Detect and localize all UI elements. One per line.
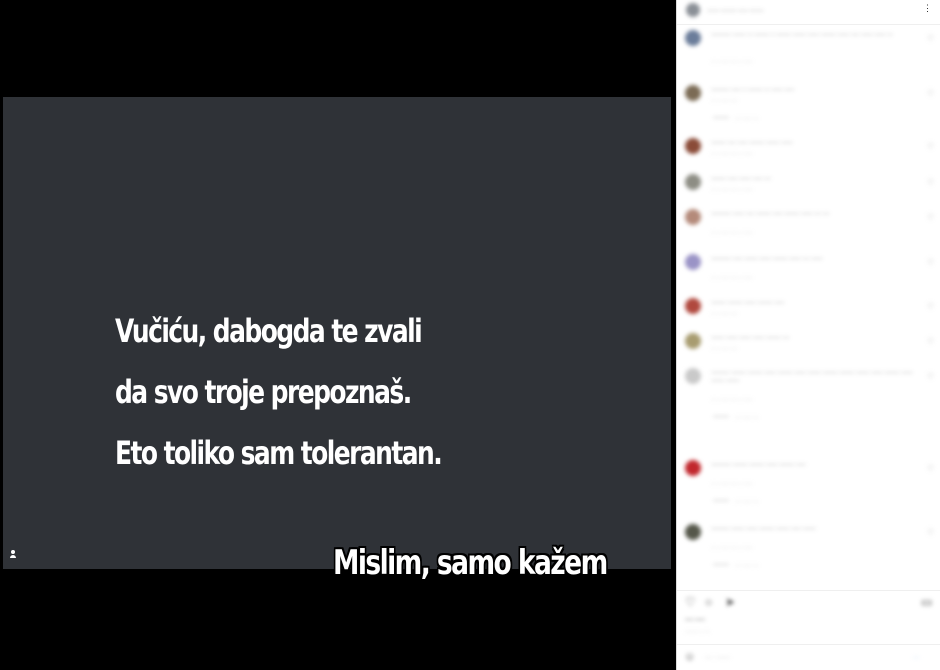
view-replies[interactable]: .... ....... ....: [713, 414, 759, 420]
post-date: .......... .. ....: [685, 628, 711, 634]
comment-text: ......... ...... ....... ...... ....: [711, 175, 772, 181]
avatar[interactable]: [686, 3, 700, 17]
comment-like-icon[interactable]: ♡: [927, 89, 934, 98]
post-image[interactable]: Vučiću, dabogda te zvali da svo troje pr…: [3, 97, 671, 583]
comment-like-icon[interactable]: ♡: [927, 142, 934, 151]
comment-meta[interactable]: ... .. ...... .....: [711, 310, 737, 316]
avatar[interactable]: [685, 254, 701, 270]
avatar[interactable]: [685, 138, 701, 154]
comment-text: ........... ...... .. ......... ... ....…: [711, 86, 795, 92]
comment-like-icon[interactable]: ♡: [927, 372, 934, 381]
comment-text: ........... ......... ......... ....... …: [711, 369, 913, 383]
comment-icon[interactable]: ○: [705, 595, 712, 609]
action-bar: ♡ ○ ➤ ▭: [677, 590, 940, 611]
comment-text: ............ ...... ........ ....... ...…: [711, 255, 823, 261]
comment-like-icon[interactable]: ♡: [927, 337, 934, 346]
comment-meta[interactable]: ... .. ...... ..... .. .......: [711, 186, 753, 192]
comment-text: ......... ..... ...... ......... .......…: [711, 139, 793, 145]
comment-text: ............ ......... ......... .......…: [711, 461, 807, 467]
post-author[interactable]: ...... ........ ..... .......: [707, 6, 763, 13]
comment-meta[interactable]: ... .. ...... ..... .. .......: [711, 58, 753, 64]
comment-like-icon[interactable]: ♡: [927, 528, 934, 537]
comment-meta[interactable]: ... .. ...... ..... .. .......: [711, 396, 753, 402]
comment-meta[interactable]: ... .. ...... ..... .. .......: [711, 150, 753, 156]
likes-count[interactable]: ..... ......: [685, 616, 705, 622]
comment-meta[interactable]: ... .. ...... ..... .. .......: [711, 544, 753, 550]
comment-meta[interactable]: ... .. ...... ..... .. .......: [711, 229, 753, 235]
comment-meta[interactable]: ... .. ...... .....: [711, 345, 737, 351]
avatar[interactable]: [685, 333, 701, 349]
avatar[interactable]: [685, 524, 701, 540]
view-replies[interactable]: .... ....... ....: [713, 498, 759, 504]
user-tag-icon[interactable]: [9, 550, 17, 558]
post-header: ...... ........ ..... ....... ⋮: [677, 0, 940, 25]
comment-like-icon[interactable]: ♡: [927, 258, 934, 267]
quote-line: Eto toliko sam tolerantan.: [115, 434, 443, 472]
avatar[interactable]: [685, 460, 701, 476]
avatar[interactable]: [685, 298, 701, 314]
comments-panel: ...... ........ ..... ....... ⋮ ........…: [676, 0, 940, 670]
comment-meta[interactable]: ... .. ...... ..... .. .......: [711, 480, 753, 486]
avatar[interactable]: [685, 209, 701, 225]
comment-meta[interactable]: ... .. ...... .....: [711, 97, 737, 103]
quote-line: Vučiću, dabogda te zvali: [115, 312, 423, 350]
post-button[interactable]: ....: [913, 654, 920, 660]
comment-input[interactable]: .... . ........: [705, 654, 730, 660]
comment-text: ............ ....... ..... ......... ...…: [711, 210, 830, 216]
comment-like-icon[interactable]: ♡: [927, 302, 934, 311]
comment-text: ......... ......... ....... ......... ..…: [711, 299, 785, 305]
quote-line: da svo troje prepoznaš.: [115, 373, 412, 411]
comment-text: ........... ........ ....... ......... .…: [711, 525, 817, 531]
avatar[interactable]: [685, 368, 701, 384]
quote-text: Vučiću, dabogda te zvali da svo troje pr…: [115, 301, 443, 484]
share-icon[interactable]: ➤: [725, 595, 735, 609]
view-replies[interactable]: .... ....... ....: [713, 115, 759, 121]
comment-like-icon[interactable]: ♡: [927, 34, 934, 43]
comment-text: ............ ........ ... ......... .. .…: [711, 31, 893, 37]
comment-meta[interactable]: ... .. ...... ..... .. .......: [711, 274, 753, 280]
more-horizontal-icon[interactable]: ⋮: [923, 3, 932, 14]
comment-like-icon[interactable]: ♡: [927, 213, 934, 222]
caption-text: Mislim, samo kažem: [333, 543, 608, 583]
view-replies[interactable]: .... ....... ....: [713, 562, 759, 568]
post-media-area: Vučiću, dabogda te zvali da svo troje pr…: [0, 0, 676, 670]
heart-icon[interactable]: ♡: [685, 595, 696, 609]
avatar[interactable]: [685, 30, 701, 46]
comment-like-icon[interactable]: ♡: [927, 464, 934, 473]
comment-like-icon[interactable]: ♡: [927, 178, 934, 187]
bookmark-icon[interactable]: ▭: [921, 595, 932, 609]
comment-text: ........ ....... ....... ....... .......…: [711, 334, 790, 340]
avatar[interactable]: [685, 85, 701, 101]
emoji-icon[interactable]: ☺: [684, 651, 695, 663]
avatar[interactable]: [685, 174, 701, 190]
add-comment-bar: ☺ .... . ........ ....: [677, 644, 940, 670]
